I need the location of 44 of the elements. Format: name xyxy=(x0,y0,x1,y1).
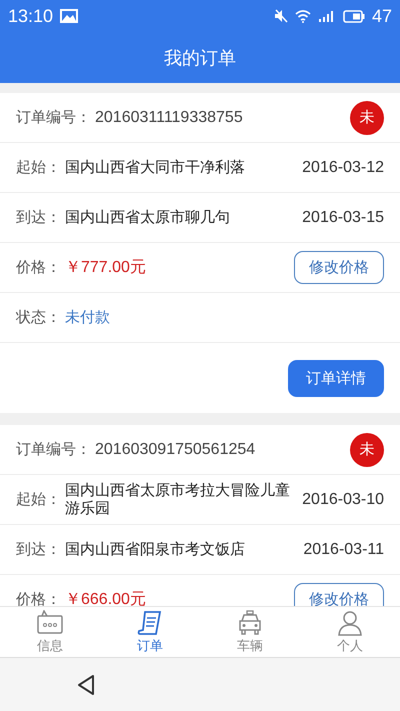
edit-price-button[interactable]: 修改价格 xyxy=(294,251,384,284)
start-label: 起始： xyxy=(16,490,61,509)
price-value: ￥777.00元 xyxy=(65,258,147,278)
tab-item[interactable]: 信息 xyxy=(0,607,100,657)
start-date: 2016-03-12 xyxy=(302,158,384,176)
order-number: 20160311119338755 xyxy=(95,108,244,126)
signal-icon xyxy=(318,10,336,22)
document-icon xyxy=(137,610,163,636)
back-icon[interactable] xyxy=(76,674,96,696)
unpaid-badge: 未 xyxy=(350,100,384,134)
battery-level: 47 xyxy=(372,6,392,26)
chat-bubble-icon xyxy=(36,610,64,636)
destination-label: 到达： xyxy=(16,208,61,227)
destination-label: 到达： xyxy=(16,540,61,559)
order-details-button[interactable]: 订单详情 xyxy=(288,360,384,396)
destination-address: 国内山西省太原市聊几句 xyxy=(65,206,231,228)
price-label: 价格： xyxy=(16,590,61,606)
start-date: 2016-03-10 xyxy=(302,490,384,508)
status-value: 未付款 xyxy=(65,308,110,327)
tab-item[interactable]: 个人 xyxy=(300,607,400,657)
price-value: ￥666.00元 xyxy=(65,590,147,606)
order-number-label: 订单编号： xyxy=(16,108,91,127)
person-icon xyxy=(337,610,363,636)
wifi-icon xyxy=(294,10,311,22)
tab-item[interactable]: 订单 xyxy=(100,607,200,657)
mute-icon xyxy=(274,9,288,23)
destination-address: 国内山西省阳泉市考文饭店 xyxy=(65,538,246,560)
unpaid-badge: 未 xyxy=(350,432,384,466)
start-label: 起始： xyxy=(16,158,61,177)
start-address: 国内山西省大同市干净利落 xyxy=(65,156,246,178)
destination-date: 2016-03-11 xyxy=(303,540,384,558)
taxi-icon xyxy=(237,610,263,636)
status-time: 13:10 xyxy=(8,6,54,26)
order-number: 201603091750561254 xyxy=(95,440,256,458)
image-icon xyxy=(60,9,78,23)
destination-date: 2016-03-15 xyxy=(302,208,384,226)
price-label: 价格： xyxy=(16,258,61,277)
status-label: 状态： xyxy=(16,308,61,327)
page-title: 我的订单 xyxy=(164,46,236,70)
battery-icon xyxy=(342,10,365,22)
start-address: 国内山西省太原市考拉大冒险儿童游乐园 xyxy=(65,480,291,518)
edit-price-button[interactable]: 修改价格 xyxy=(294,583,384,606)
tab-item[interactable]: 车辆 xyxy=(200,607,300,657)
order-number-label: 订单编号： xyxy=(16,440,91,459)
